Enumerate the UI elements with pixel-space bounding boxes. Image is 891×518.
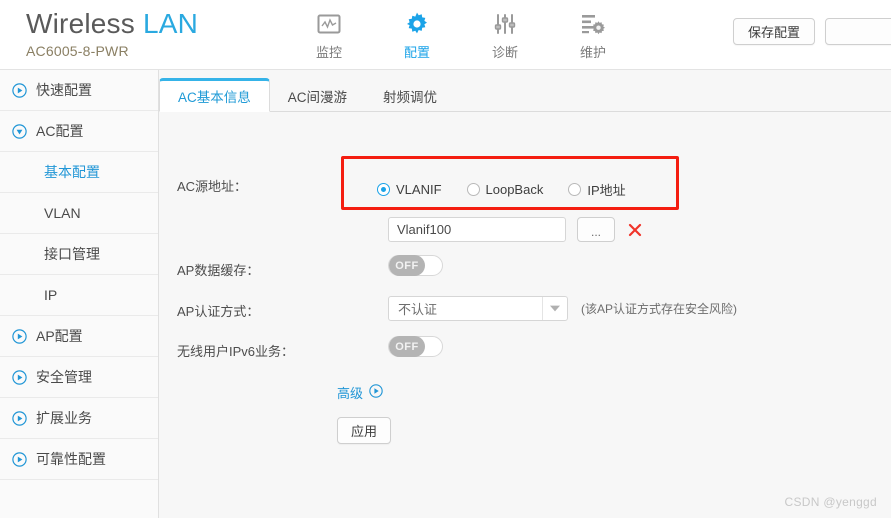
sidebar-item-quick-config[interactable]: 快速配置 xyxy=(0,70,158,111)
circle-play-icon xyxy=(12,82,27,98)
top-action-buttons: 保存配置 xyxy=(732,18,891,45)
circle-play-icon xyxy=(12,369,27,385)
nav-item-diagnosis-label: 诊断 xyxy=(491,45,518,60)
sliders-icon xyxy=(493,11,517,37)
radio-ip-address-label: IP地址 xyxy=(587,183,626,198)
nav-item-config[interactable]: 配置 xyxy=(373,5,461,65)
secondary-toolbar-button[interactable] xyxy=(825,18,891,45)
advanced-settings-link[interactable]: 高级 xyxy=(337,383,383,402)
sidebar-item-ip[interactable]: IP xyxy=(0,275,158,316)
device-model-label: AC6005-8-PWR xyxy=(26,43,129,59)
circle-play-icon xyxy=(12,451,27,467)
source-address-label: AC源地址： xyxy=(177,179,248,194)
maintenance-gear-list-icon xyxy=(580,11,606,37)
sidebar-item-basic-config[interactable]: 基本配置 xyxy=(0,152,158,193)
top-nav: 监控 配置 诊断 维护 xyxy=(285,5,637,65)
circle-play-icon xyxy=(12,410,27,426)
gear-icon xyxy=(404,11,430,37)
wireless-ipv6-label: 无线用户IPv6业务： xyxy=(177,344,295,359)
circle-play-icon xyxy=(369,384,383,401)
radio-loopback-label: LoopBack xyxy=(485,182,544,197)
monitor-chart-icon xyxy=(317,11,341,37)
nav-item-monitor-label: 监控 xyxy=(315,45,342,60)
wireless-ipv6-toggle[interactable]: OFF xyxy=(388,336,443,357)
apply-button[interactable]: 应用 xyxy=(337,417,391,444)
sidebar-item-basic-config-label: 基本配置 xyxy=(44,164,100,180)
nav-item-maintenance-label: 维护 xyxy=(579,45,606,60)
watermark-text: CSDN @yenggd xyxy=(784,495,877,509)
sidebar-item-security-management[interactable]: 安全管理 xyxy=(0,357,158,398)
sidebar-item-vlan-label: VLAN xyxy=(44,205,81,221)
advanced-settings-label: 高级 xyxy=(337,386,364,401)
radio-vlanif[interactable]: VLANIF xyxy=(377,182,442,197)
red-x-icon[interactable] xyxy=(627,222,643,238)
sidebar-item-ap-config-label: AP配置 xyxy=(36,328,83,344)
radio-dot-icon xyxy=(377,183,390,196)
ap-auth-mode-selected-value: 不认证 xyxy=(398,302,438,317)
source-address-browse-button[interactable]: ... xyxy=(577,217,615,242)
wireless-ipv6-label-wrap: 无线用户IPv6业务： xyxy=(177,341,294,360)
sidebar-item-interface-management-label: 接口管理 xyxy=(44,246,100,262)
radio-dot-icon xyxy=(568,183,582,196)
brand-title-primary: Wireless xyxy=(26,8,135,39)
top-header-bar: Wireless LAN AC6005-8-PWR 监控 配置 诊断 维护 保存… xyxy=(0,0,891,70)
brand-block: Wireless LAN AC6005-8-PWR xyxy=(26,8,198,59)
tab-ac-roaming[interactable]: AC间漫游 xyxy=(270,80,365,111)
ap-auth-mode-label-wrap: AP认证方式： xyxy=(177,301,259,320)
ap-data-cache-label-wrap: AP数据缓存： xyxy=(177,260,259,279)
wireless-ipv6-toggle-wrap: OFF xyxy=(388,336,443,357)
radio-ip-address[interactable]: IP地址 xyxy=(568,180,626,199)
sidebar-item-ip-label: IP xyxy=(44,287,58,303)
sidebar-item-extended-services-label: 扩展业务 xyxy=(36,410,92,426)
nav-item-diagnosis[interactable]: 诊断 xyxy=(461,5,549,65)
ap-auth-mode-row: 不认证 (该AP认证方式存在安全风险) xyxy=(388,296,737,321)
sidebar-item-ac-config[interactable]: AC配置 xyxy=(0,111,158,152)
source-address-input[interactable] xyxy=(388,217,566,242)
form-panel: AC源地址： VLANIF LoopBack IP地址 Vlanif100 ..… xyxy=(159,112,891,518)
ap-auth-mode-select[interactable]: 不认证 xyxy=(388,296,568,321)
toggle-state-label: OFF xyxy=(389,255,425,276)
sidebar: 快速配置 AC配置 基本配置 VLAN 接口管理 IP AP配置 安全管理 扩展… xyxy=(0,70,159,518)
brand-title-accent: LAN xyxy=(142,8,199,39)
sidebar-item-ap-config[interactable]: AP配置 xyxy=(0,316,158,357)
ap-auth-mode-hint: (该AP认证方式存在安全风险) xyxy=(581,302,738,316)
sidebar-item-quick-config-label: 快速配置 xyxy=(36,82,92,98)
ap-auth-mode-label: AP认证方式： xyxy=(177,304,260,319)
sidebar-item-vlan[interactable]: VLAN xyxy=(0,193,158,234)
nav-item-maintenance[interactable]: 维护 xyxy=(549,5,637,65)
sidebar-item-reliability-config-label: 可靠性配置 xyxy=(36,451,106,467)
tab-strip: AC基本信息 AC间漫游 射频调优 xyxy=(159,78,891,112)
chevron-down-icon xyxy=(542,297,567,320)
nav-item-config-label: 配置 xyxy=(403,45,430,60)
content-area: AC基本信息 AC间漫游 射频调优 AC源地址： VLANIF LoopBack xyxy=(159,70,891,518)
app-root: Wireless LAN AC6005-8-PWR 监控 配置 诊断 维护 保存… xyxy=(0,0,891,518)
sidebar-item-extended-services[interactable]: 扩展业务 xyxy=(0,398,158,439)
ap-data-cache-toggle[interactable]: OFF xyxy=(388,255,443,276)
radio-loopback[interactable]: LoopBack xyxy=(466,182,544,197)
sidebar-item-security-management-label: 安全管理 xyxy=(36,369,92,385)
sidebar-item-reliability-config[interactable]: 可靠性配置 xyxy=(0,439,158,480)
tab-rf-tuning[interactable]: 射频调优 xyxy=(365,80,455,111)
save-config-button[interactable]: 保存配置 xyxy=(732,18,815,45)
source-address-radio-group: VLANIF LoopBack IP地址 xyxy=(377,180,651,199)
circle-play-icon xyxy=(12,328,27,344)
brand-title: Wireless LAN xyxy=(26,8,198,40)
sidebar-item-ac-config-label: AC配置 xyxy=(36,123,84,139)
radio-vlanif-label: VLANIF xyxy=(396,182,442,197)
nav-item-monitor[interactable]: 监控 xyxy=(285,5,373,65)
radio-dot-icon xyxy=(466,183,480,196)
source-address-label-wrap: AC源地址： xyxy=(177,176,247,195)
ap-data-cache-label: AP数据缓存： xyxy=(177,263,260,278)
sidebar-item-interface-management[interactable]: 接口管理 xyxy=(0,234,158,275)
circle-chevron-down-icon xyxy=(12,123,27,139)
toggle-state-label: OFF xyxy=(389,336,425,357)
tab-ac-basic-info[interactable]: AC基本信息 xyxy=(159,78,270,112)
ap-data-cache-toggle-wrap: OFF xyxy=(388,255,443,276)
source-address-value-row: ... xyxy=(388,217,643,242)
